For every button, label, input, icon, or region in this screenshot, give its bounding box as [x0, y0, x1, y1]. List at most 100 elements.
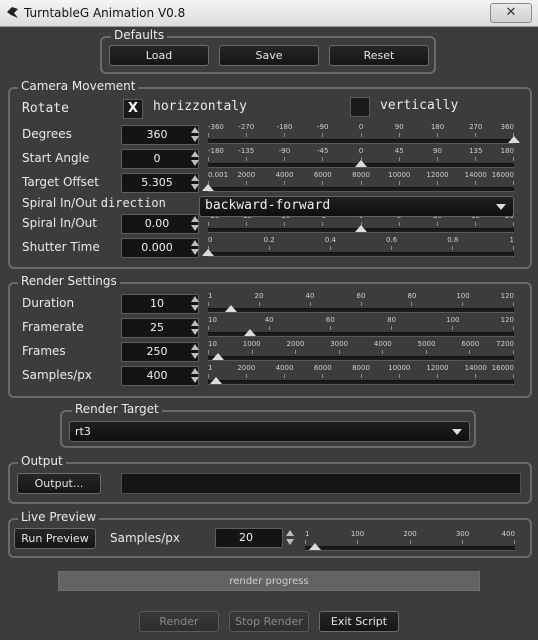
target-offset-input[interactable]: 5.305	[121, 173, 199, 193]
render-framerate-stepper[interactable]	[191, 318, 199, 338]
slider-tick-mark	[425, 350, 427, 354]
degrees-input[interactable]: 360	[121, 125, 199, 145]
preview-samples-stepper[interactable]	[286, 528, 294, 548]
slider-tick-label: 120	[500, 316, 514, 324]
slider-tick-label: 6000	[461, 340, 480, 348]
arrow-up-icon	[191, 368, 199, 374]
start-angle-input[interactable]: 0	[121, 149, 199, 169]
start-angle-value: 0	[153, 152, 161, 165]
arrow-up-icon	[191, 344, 199, 350]
slider-handle[interactable]	[212, 353, 225, 360]
load-button[interactable]: Load	[109, 45, 209, 66]
horizontal-checkbox[interactable]: X	[123, 99, 143, 119]
slider-tick-mark	[469, 350, 471, 354]
stop-render-button[interactable]: Stop Render	[229, 611, 309, 632]
slider-tick-mark	[382, 350, 384, 354]
slider-tick-mark	[322, 181, 324, 185]
slider-handle[interactable]	[355, 160, 367, 167]
render-frames-stepper[interactable]	[191, 342, 199, 362]
shutter-time-stepper[interactable]	[191, 238, 199, 258]
render-frames-slider[interactable]: 10 1000 2000 3000 4000 5000 6000 7200	[208, 340, 514, 366]
shutter-time-slider[interactable]: 0 0.2 0.4 0.6 0.8 1	[202, 236, 514, 262]
slider-tick-labels: 1 2000 4000 6000 8000 10000 12000 14000 16000	[208, 364, 514, 373]
target-offset-slider[interactable]: 0.001 2000 4000 6000 8000 10000 12000 14000 1600…	[202, 171, 514, 197]
slider-tick-mark	[391, 326, 392, 330]
render-framerate-label: Framerate	[22, 320, 84, 334]
spiral-in-out-stepper[interactable]	[191, 214, 199, 234]
slider-tick-mark	[398, 222, 400, 226]
slider-tick-mark	[330, 326, 331, 330]
render-framerate-slider[interactable]: 10 40 60 80 100 120	[208, 316, 514, 342]
degrees-value: 360	[146, 128, 168, 141]
slider-tick-mark	[322, 133, 324, 137]
slider-tick-label: 16000	[491, 171, 514, 179]
slider-handle[interactable]	[508, 136, 520, 143]
render-framerate-input[interactable]: 25	[121, 318, 199, 338]
slider-handle[interactable]	[202, 184, 214, 191]
render-frames-input[interactable]: 250	[121, 342, 199, 362]
degrees-slider[interactable]: -360 -270 -180 -90 0 90 180 270 360	[208, 123, 520, 149]
slider-tick-mark	[208, 302, 209, 306]
slider-tick-label: 60	[325, 316, 335, 324]
render-duration-input[interactable]: 10	[121, 294, 199, 314]
render-target-legend: Render Target	[72, 402, 162, 416]
slider-tick-mark	[474, 222, 476, 226]
close-icon: ✕	[505, 5, 517, 20]
render-target-select[interactable]: rt3	[69, 421, 470, 442]
camera-movement-legend: Camera Movement	[18, 79, 139, 93]
start-angle-stepper[interactable]	[191, 149, 199, 169]
render-duration-stepper[interactable]	[191, 294, 199, 314]
render-samples-px-stepper[interactable]	[191, 366, 199, 386]
degrees-stepper[interactable]	[191, 125, 199, 145]
slider-tick-label: -180	[276, 123, 293, 131]
preview-samples-input[interactable]: 20	[215, 528, 283, 548]
slider-handle[interactable]	[309, 543, 322, 550]
slider-handle[interactable]	[355, 225, 367, 232]
slider-tick-mark	[474, 133, 476, 137]
slider-tick-mark	[398, 133, 400, 137]
render-samples-px-slider[interactable]: 1 2000 4000 6000 8000 10000 12000 14000 16000	[208, 364, 514, 390]
run-preview-button[interactable]: Run Preview	[14, 528, 96, 549]
slider-handle[interactable]	[225, 305, 238, 312]
preview-samples-label: Samples/px	[110, 531, 181, 545]
slider-tick-mark	[513, 181, 514, 185]
output-legend: Output	[18, 454, 66, 468]
close-button[interactable]: ✕	[490, 3, 532, 23]
slider-tick-mark	[208, 326, 209, 330]
arrow-down-icon	[191, 184, 199, 190]
slider-tick-label: 5000	[417, 340, 436, 348]
slider-tick-label: 4000	[373, 340, 392, 348]
slider-tick-label: 90	[433, 147, 442, 155]
output-path-field[interactable]	[121, 473, 521, 494]
render-samples-px-label: Samples/px	[22, 368, 93, 382]
preview-samples-slider[interactable]: 1 100 200 300 400	[305, 530, 515, 556]
slider-tick-label: 10	[208, 316, 217, 324]
slider-tick-label: 80	[387, 316, 397, 324]
render-button[interactable]: Render	[139, 611, 219, 632]
target-offset-stepper[interactable]	[191, 173, 199, 193]
arrow-down-icon	[191, 353, 199, 359]
output-button[interactable]: Output...	[17, 473, 101, 494]
render-duration-slider[interactable]: 1 20 40 60 80 100 120	[208, 292, 514, 318]
shutter-time-input[interactable]: 0.000	[121, 238, 199, 258]
spiral-direction-select[interactable]: backward-forward	[199, 196, 514, 217]
reset-button[interactable]: Reset	[329, 45, 429, 66]
slider-tick-mark	[322, 157, 324, 161]
slider-handle[interactable]	[243, 329, 256, 336]
slider-tick-mark	[474, 181, 476, 185]
exit-script-button[interactable]: Exit Script	[319, 611, 399, 632]
vertical-checkbox[interactable]	[350, 97, 370, 117]
slider-handle[interactable]	[202, 249, 214, 256]
slider-tick-mark	[322, 222, 324, 226]
slider-handle[interactable]	[209, 377, 222, 384]
slider-tick-label: 400	[501, 530, 515, 538]
slider-tick-label: 8000	[352, 171, 370, 179]
render-samples-px-value: 400	[146, 369, 168, 382]
save-button[interactable]: Save	[219, 45, 319, 66]
start-angle-slider[interactable]: -180 -135 -90 -45 0 45 90 135 180	[208, 147, 514, 173]
defaults-legend: Defaults	[111, 28, 168, 42]
slider-tick-mark	[251, 350, 253, 354]
spiral-in-out-input[interactable]: 0.00	[121, 214, 199, 234]
render-samples-px-input[interactable]: 400	[121, 366, 199, 386]
slider-tick-label: 90	[394, 123, 404, 131]
